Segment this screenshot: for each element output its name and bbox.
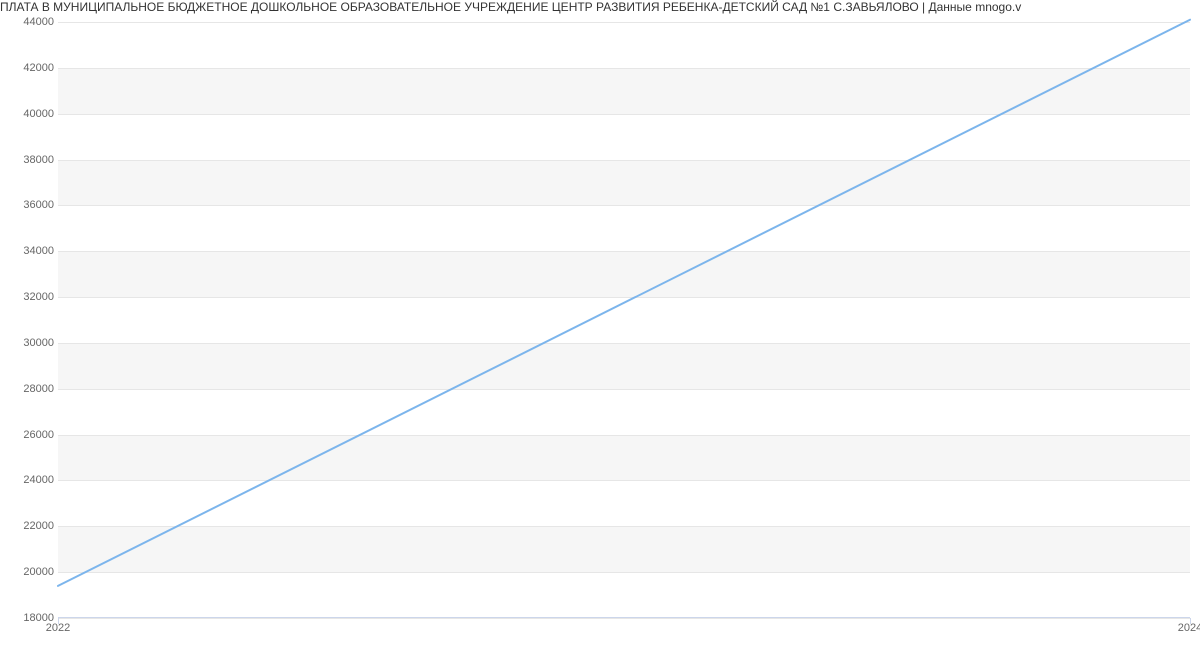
chart-title: ПЛАТА В МУНИЦИПАЛЬНОЕ БЮДЖЕТНОЕ ДОШКОЛЬН…: [0, 0, 1200, 20]
y-tick-label: 28000: [2, 383, 54, 395]
x-axis-line: [58, 617, 1190, 618]
y-tick-label: 26000: [2, 429, 54, 441]
plot-area: [58, 22, 1190, 619]
y-tick-label: 30000: [2, 337, 54, 349]
x-tick-mark: [1190, 618, 1191, 624]
chart-container: ПЛАТА В МУНИЦИПАЛЬНОЕ БЮДЖЕТНОЕ ДОШКОЛЬН…: [0, 0, 1200, 650]
y-tick-label: 20000: [2, 566, 54, 578]
series-line: [58, 20, 1190, 586]
y-tick-label: 24000: [2, 474, 54, 486]
y-tick-label: 42000: [2, 62, 54, 74]
x-tick-label: 2024: [1178, 622, 1200, 634]
y-tick-label: 22000: [2, 520, 54, 532]
y-tick-label: 40000: [2, 108, 54, 120]
y-tick-label: 32000: [2, 291, 54, 303]
y-tick-label: 36000: [2, 199, 54, 211]
y-tick-label: 44000: [2, 16, 54, 28]
y-tick-label: 38000: [2, 154, 54, 166]
grid-line: [58, 618, 1190, 619]
x-tick-mark: [58, 618, 59, 624]
line-layer: [58, 22, 1190, 618]
y-tick-label: 34000: [2, 245, 54, 257]
